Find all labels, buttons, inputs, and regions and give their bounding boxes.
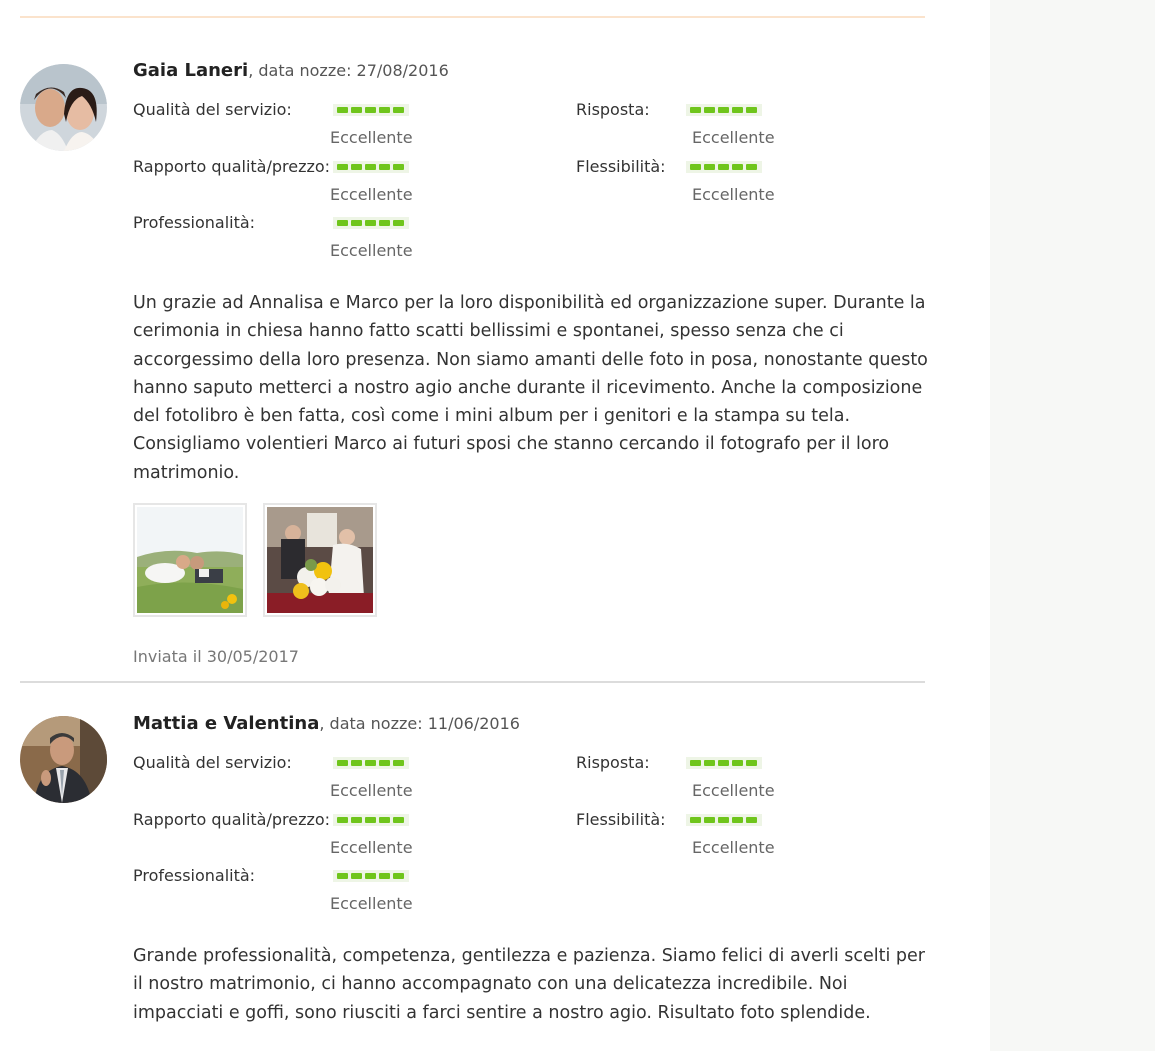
rating-value: Eccellente (330, 241, 413, 260)
rating-label: Qualità del servizio: (133, 753, 292, 772)
rating-value: Eccellente (330, 185, 413, 204)
top-divider (20, 16, 925, 18)
review-photo-thumbnail[interactable] (133, 503, 247, 618)
reviewer-avatar[interactable] (20, 64, 107, 151)
rating-bar (333, 217, 409, 229)
rating-bar (333, 161, 409, 173)
bouquet-photo (267, 507, 373, 614)
couple-on-grass-photo (137, 507, 243, 614)
rating-bar (333, 104, 409, 116)
rating-response: Risposta: Eccellente (576, 753, 876, 809)
rating-bar (333, 757, 409, 769)
rating-bar (686, 161, 762, 173)
wedding-date: , data nozze: 11/06/2016 (319, 714, 520, 733)
rating-label: Risposta: (576, 100, 650, 119)
review-header: Mattia e Valentina, data nozze: 11/06/20… (133, 713, 933, 735)
review-photos (133, 503, 933, 618)
rating-value-for-money: Rapporto qualità/prezzo: Eccellente (133, 810, 433, 866)
rating-label: Qualità del servizio: (133, 100, 292, 119)
rating-bar (686, 757, 762, 769)
rating-label: Professionalità: (133, 866, 256, 885)
rating-flexibility: Flessibilità: Eccellente (576, 157, 876, 213)
review-separator (20, 681, 925, 683)
rating-label: Flessibilità: (576, 157, 666, 176)
rating-bar (333, 870, 409, 882)
right-sidebar-column (990, 0, 1155, 1051)
rating-professionalism: Professionalità: Eccellente (133, 213, 433, 269)
review-text: Un grazie ad Annalisa e Marco per la lor… (133, 293, 928, 483)
rating-response: Risposta: Eccellente (576, 100, 876, 156)
rating-professionalism: Professionalità: Eccellente (133, 866, 433, 922)
review-content: Gaia Laneri, data nozze: 27/08/2016 Qual… (133, 60, 933, 666)
rating-bar (686, 104, 762, 116)
rating-bar (686, 814, 762, 826)
ratings-grid: Qualità del servizio: Eccellente Rispost… (133, 100, 933, 275)
rating-value: Eccellente (330, 128, 413, 147)
reviewer-name[interactable]: Gaia Laneri (133, 60, 248, 81)
rating-label: Flessibilità: (576, 810, 666, 829)
wedding-date: , data nozze: 27/08/2016 (248, 61, 449, 80)
review-content: Mattia e Valentina, data nozze: 11/06/20… (133, 713, 933, 1027)
reviews-page: Gaia Laneri, data nozze: 27/08/2016 Qual… (0, 0, 1155, 1051)
rating-value: Eccellente (692, 185, 775, 204)
rating-value: Eccellente (692, 838, 775, 857)
rating-value: Eccellente (330, 781, 413, 800)
rating-value: Eccellente (692, 128, 775, 147)
rating-value: Eccellente (692, 781, 775, 800)
reviewer-avatar[interactable] (20, 716, 107, 803)
rating-label: Rapporto qualità/prezzo: (133, 157, 331, 176)
rating-label: Risposta: (576, 753, 650, 772)
sent-date: Inviata il 30/05/2017 (133, 647, 299, 667)
ratings-grid: Qualità del servizio: Eccellente Rispost… (133, 753, 933, 928)
rating-label: Professionalità: (133, 213, 256, 232)
rating-service-quality: Qualità del servizio: Eccellente (133, 100, 433, 156)
review-text: Grande professionalità, competenza, gent… (133, 946, 925, 1023)
rating-service-quality: Qualità del servizio: Eccellente (133, 753, 433, 809)
rating-value: Eccellente (330, 894, 413, 913)
rating-value: Eccellente (330, 838, 413, 857)
review-photo-thumbnail[interactable] (263, 503, 377, 618)
rating-flexibility: Flessibilità: Eccellente (576, 810, 876, 866)
rating-value-for-money: Rapporto qualità/prezzo: Eccellente (133, 157, 433, 213)
rating-bar (333, 814, 409, 826)
reviewer-name[interactable]: Mattia e Valentina (133, 713, 319, 734)
rating-label: Rapporto qualità/prezzo: (133, 810, 331, 829)
review-header: Gaia Laneri, data nozze: 27/08/2016 (133, 60, 933, 82)
